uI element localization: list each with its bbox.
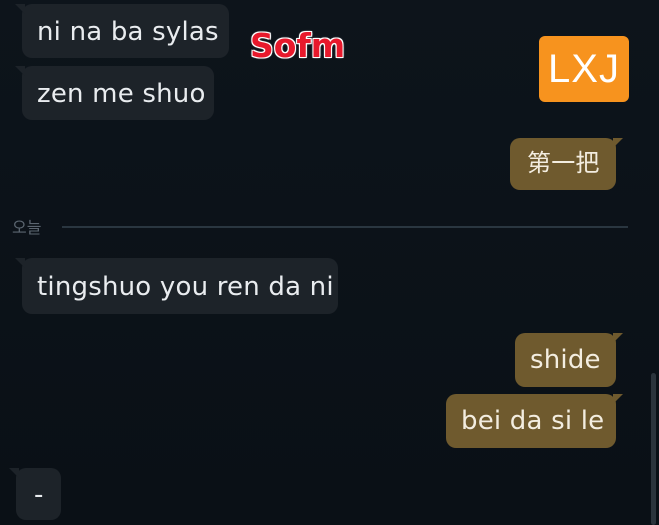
chat-window: ni na ba sylas zen me shuo 第一把 오늘 tingsh… — [0, 0, 659, 525]
message-bubble-incoming[interactable]: ni na ba sylas — [15, 4, 229, 58]
message-text: zen me shuo — [37, 79, 206, 109]
scrollbar[interactable] — [651, 373, 656, 525]
message-bubble-incoming[interactable]: tingshuo you ren da ni — [15, 258, 338, 314]
message-text: bei da si le — [461, 406, 605, 436]
message-text: - — [34, 480, 44, 510]
date-divider: 오늘 — [12, 214, 628, 238]
message-bubble-outgoing[interactable]: 第一把 — [510, 138, 623, 190]
message-bubble-outgoing[interactable]: shide — [515, 333, 623, 387]
player-name-overlay: Sofm — [250, 26, 346, 65]
message-text: tingshuo you ren da ni — [37, 272, 334, 302]
date-divider-label: 오늘 — [12, 218, 42, 237]
message-text: ni na ba sylas — [37, 17, 219, 47]
lxj-badge: LXJ — [539, 36, 629, 102]
message-bubble-outgoing[interactable]: bei da si le — [446, 394, 623, 448]
message-bubble-incoming[interactable]: zen me shuo — [15, 66, 214, 120]
message-text: 第一把 — [527, 149, 600, 177]
divider-line — [62, 226, 628, 228]
message-text: shide — [530, 345, 601, 375]
message-bubble-incoming[interactable]: - — [9, 468, 61, 520]
